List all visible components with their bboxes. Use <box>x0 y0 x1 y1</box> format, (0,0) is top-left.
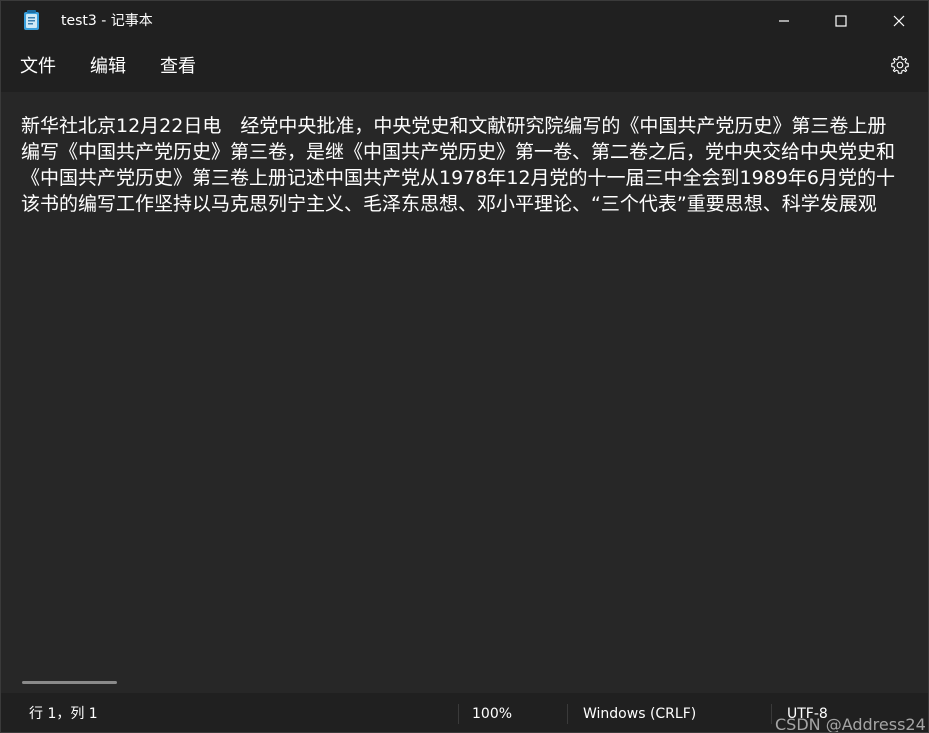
close-icon <box>893 12 905 31</box>
status-divider <box>771 704 772 724</box>
gear-icon <box>890 55 910 79</box>
maximize-button[interactable] <box>812 1 870 41</box>
minimize-button[interactable] <box>755 1 813 41</box>
text-line: 该书的编写工作坚持以马克思列宁主义、毛泽东思想、邓小平理论、“三个代表”重要思想… <box>21 193 877 215</box>
line-ending: Windows (CRLF) <box>583 706 697 722</box>
window-title: test3 - 记事本 <box>61 13 153 29</box>
settings-button[interactable] <box>886 53 914 81</box>
menu-edit[interactable]: 编辑 <box>90 55 126 79</box>
menu-view[interactable]: 查看 <box>160 55 196 79</box>
text-editor[interactable]: 新华社北京12月22日电 经党中央批准，中央党史和文献研究院编写的《中国共产党历… <box>1 92 928 692</box>
text-line: 编写《中国共产党历史》第三卷，是继《中国共产党历史》第一卷、第二卷之后，党中央交… <box>21 141 896 163</box>
watermark: CSDN @Address24 <box>775 715 926 733</box>
maximize-icon <box>835 12 847 31</box>
status-divider <box>567 704 568 724</box>
minimize-icon <box>778 12 790 31</box>
notepad-window: test3 - 记事本 文件 编辑 查看 新华社北京12月22日电 经党中央批准… <box>0 0 929 733</box>
title-bar[interactable]: test3 - 记事本 <box>1 1 928 41</box>
editor-content[interactable]: 新华社北京12月22日电 经党中央批准，中央党史和文献研究院编写的《中国共产党历… <box>21 113 926 217</box>
text-line: 新华社北京12月22日电 经党中央批准，中央党史和文献研究院编写的《中国共产党历… <box>21 115 887 137</box>
cursor-position: 行 1，列 1 <box>29 706 98 722</box>
zoom-level: 100% <box>472 706 513 722</box>
menu-bar: 文件 编辑 查看 <box>1 41 928 92</box>
menu-file[interactable]: 文件 <box>20 55 56 79</box>
horizontal-scrollbar[interactable] <box>22 681 117 684</box>
notepad-icon <box>23 10 40 31</box>
status-divider <box>458 704 459 724</box>
close-button[interactable] <box>870 1 928 41</box>
text-line: 《中国共产党历史》第三卷上册记述中国共产党从1978年12月党的十一届三中全会到… <box>21 167 895 189</box>
